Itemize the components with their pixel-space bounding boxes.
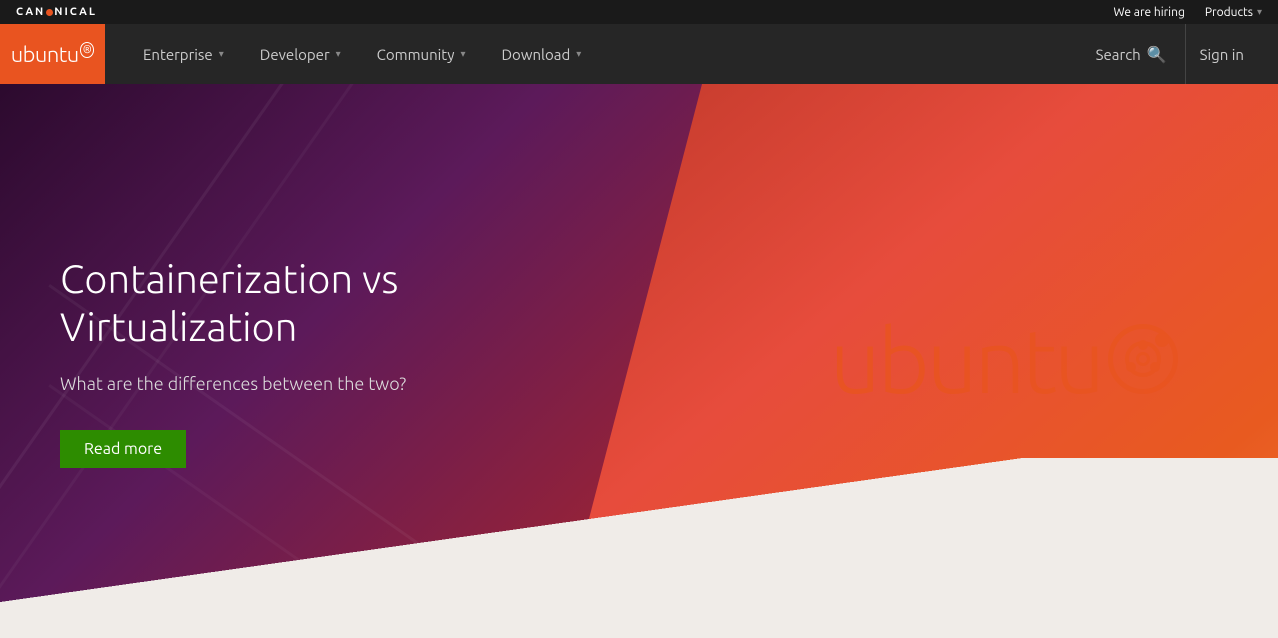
developer-label: Developer (260, 46, 330, 63)
nav-right: Search 🔍 Sign in (1082, 24, 1278, 84)
enterprise-nav-item[interactable]: Enterprise ▾ (125, 24, 242, 84)
community-label: Community (377, 46, 455, 63)
watermark-circle-icon (1108, 324, 1178, 394)
community-nav-item[interactable]: Community ▾ (359, 24, 484, 84)
ubuntu-circle-svg (1123, 339, 1163, 379)
top-bar: CANNICAL We are hiring Products ▾ (0, 0, 1278, 24)
community-chevron-icon: ▾ (460, 48, 465, 60)
ubuntu-logo[interactable]: ubuntu® (0, 24, 105, 84)
nav-links: Enterprise ▾ Developer ▾ Community ▾ Dow… (105, 24, 1082, 84)
download-nav-item[interactable]: Download ▾ (483, 24, 599, 84)
search-label: Search (1096, 46, 1141, 63)
sign-in-button[interactable]: Sign in (1185, 24, 1258, 84)
nav-bar: ubuntu® Enterprise ▾ Developer ▾ Communi… (0, 24, 1278, 84)
products-link[interactable]: Products ▾ (1205, 6, 1262, 19)
enterprise-chevron-icon: ▾ (219, 48, 224, 60)
download-label: Download (501, 46, 570, 63)
search-button[interactable]: Search 🔍 (1082, 24, 1181, 84)
top-bar-left: CANNICAL (16, 6, 97, 18)
hero-subtitle: What are the differences between the two… (60, 371, 560, 398)
ubuntu-watermark: ubuntu (830, 316, 1178, 406)
watermark-word: ubuntu (830, 316, 1102, 406)
developer-chevron-icon: ▾ (336, 48, 341, 60)
we-are-hiring-link[interactable]: We are hiring (1114, 6, 1185, 19)
sign-in-label: Sign in (1200, 46, 1244, 63)
enterprise-label: Enterprise (143, 46, 213, 63)
canonical-logo: CANNICAL (16, 6, 97, 18)
download-chevron-icon: ▾ (576, 48, 581, 60)
watermark-text: ubuntu (830, 316, 1178, 406)
search-icon: 🔍 (1147, 45, 1167, 64)
read-more-button[interactable]: Read more (60, 430, 186, 468)
ubuntu-logo-text: ubuntu® (11, 42, 95, 67)
developer-nav-item[interactable]: Developer ▾ (242, 24, 359, 84)
hero-text-block: Containerization vs Virtualization What … (60, 255, 560, 468)
hero-section: Containerization vs Virtualization What … (0, 84, 1278, 638)
products-label: Products (1205, 6, 1253, 19)
top-bar-right: We are hiring Products ▾ (1114, 6, 1263, 19)
hero-title: Containerization vs Virtualization (60, 255, 560, 351)
chevron-down-icon: ▾ (1257, 6, 1262, 18)
